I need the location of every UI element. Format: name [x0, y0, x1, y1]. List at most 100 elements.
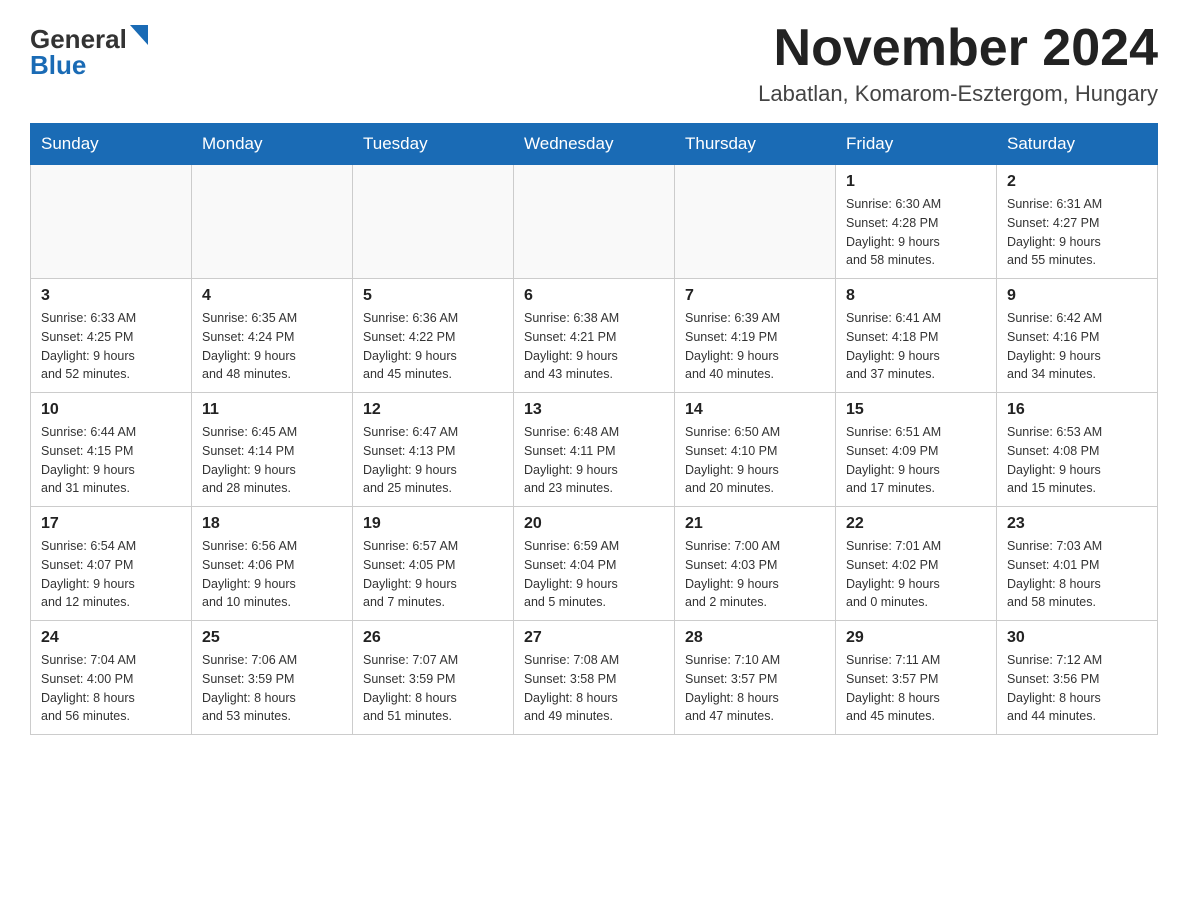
day-number: 13	[524, 401, 664, 419]
header-sunday: Sunday	[31, 124, 192, 165]
day-number: 14	[685, 401, 825, 419]
calendar-cell-w2-d4: 6 Sunrise: 6:38 AMSunset: 4:21 PMDaylight…	[514, 279, 675, 393]
calendar-cell-w5-d4: 27 Sunrise: 7:08 AMSunset: 3:58 PMDayligh…	[514, 621, 675, 735]
calendar-cell-w4-d2: 18 Sunrise: 6:56 AMSunset: 4:06 PMDayligh…	[192, 507, 353, 621]
day-number: 6	[524, 287, 664, 305]
week-row-2: 3 Sunrise: 6:33 AMSunset: 4:25 PMDaylight…	[31, 279, 1158, 393]
calendar-cell-w5-d5: 28Sunrise: 7:10 AMSunset: 3:57 PMDayligh…	[675, 621, 836, 735]
calendar-cell-w3-d5: 14 Sunrise: 6:50 AMSunset: 4:10 PMDayligh…	[675, 393, 836, 507]
day-info: Sunrise: 6:45 AMSunset: 4:14 PMDaylight:…	[202, 423, 342, 498]
logo-blue: Blue	[30, 52, 86, 78]
day-number: 17	[41, 515, 181, 533]
day-number: 20	[524, 515, 664, 533]
day-number: 11	[202, 401, 342, 419]
calendar-cell-w3-d4: 13 Sunrise: 6:48 AMSunset: 4:11 PMDayligh…	[514, 393, 675, 507]
day-info: Sunrise: 6:33 AMSunset: 4:25 PMDaylight:…	[41, 309, 181, 384]
day-number: 5	[363, 287, 503, 305]
day-number: 21	[685, 515, 825, 533]
day-number: 30	[1007, 629, 1147, 647]
calendar-cell-w2-d1: 3 Sunrise: 6:33 AMSunset: 4:25 PMDaylight…	[31, 279, 192, 393]
header-tuesday: Tuesday	[353, 124, 514, 165]
header-wednesday: Wednesday	[514, 124, 675, 165]
calendar-cell-w4-d6: 22 Sunrise: 7:01 AMSunset: 4:02 PMDayligh…	[836, 507, 997, 621]
day-info: Sunrise: 6:50 AMSunset: 4:10 PMDaylight:…	[685, 423, 825, 498]
title-area: November 2024 Labatlan, Komarom-Esztergo…	[758, 20, 1158, 107]
day-number: 23	[1007, 515, 1147, 533]
calendar-table: Sunday Monday Tuesday Wednesday Thursday…	[30, 123, 1158, 735]
calendar-cell-w3-d2: 11 Sunrise: 6:45 AMSunset: 4:14 PMDayligh…	[192, 393, 353, 507]
day-info: Sunrise: 7:00 AMSunset: 4:03 PMDaylight:…	[685, 537, 825, 612]
calendar-cell-w1-d5	[675, 165, 836, 279]
day-info: Sunrise: 6:36 AMSunset: 4:22 PMDaylight:…	[363, 309, 503, 384]
calendar-cell-w4-d3: 19 Sunrise: 6:57 AMSunset: 4:05 PMDayligh…	[353, 507, 514, 621]
calendar-cell-w5-d6: 29Sunrise: 7:11 AMSunset: 3:57 PMDayligh…	[836, 621, 997, 735]
day-info: Sunrise: 6:51 AMSunset: 4:09 PMDaylight:…	[846, 423, 986, 498]
day-number: 22	[846, 515, 986, 533]
day-number: 1	[846, 173, 986, 191]
calendar-cell-w4-d7: 23Sunrise: 7:03 AMSunset: 4:01 PMDayligh…	[997, 507, 1158, 621]
header-thursday: Thursday	[675, 124, 836, 165]
calendar-cell-w3-d1: 10Sunrise: 6:44 AMSunset: 4:15 PMDayligh…	[31, 393, 192, 507]
header-saturday: Saturday	[997, 124, 1158, 165]
calendar-cell-w4-d5: 21 Sunrise: 7:00 AMSunset: 4:03 PMDayligh…	[675, 507, 836, 621]
calendar-cell-w4-d4: 20 Sunrise: 6:59 AMSunset: 4:04 PMDayligh…	[514, 507, 675, 621]
day-number: 27	[524, 629, 664, 647]
day-info: Sunrise: 7:11 AMSunset: 3:57 PMDaylight:…	[846, 651, 986, 726]
day-info: Sunrise: 7:04 AMSunset: 4:00 PMDaylight:…	[41, 651, 181, 726]
day-info: Sunrise: 6:38 AMSunset: 4:21 PMDaylight:…	[524, 309, 664, 384]
day-number: 24	[41, 629, 181, 647]
calendar-cell-w2-d6: 8 Sunrise: 6:41 AMSunset: 4:18 PMDaylight…	[836, 279, 997, 393]
day-number: 16	[1007, 401, 1147, 419]
calendar-cell-w1-d4	[514, 165, 675, 279]
day-number: 2	[1007, 173, 1147, 191]
day-number: 8	[846, 287, 986, 305]
day-info: Sunrise: 6:57 AMSunset: 4:05 PMDaylight:…	[363, 537, 503, 612]
calendar-cell-w3-d3: 12 Sunrise: 6:47 AMSunset: 4:13 PMDayligh…	[353, 393, 514, 507]
day-number: 15	[846, 401, 986, 419]
day-info: Sunrise: 6:59 AMSunset: 4:04 PMDaylight:…	[524, 537, 664, 612]
header-monday: Monday	[192, 124, 353, 165]
day-number: 4	[202, 287, 342, 305]
day-info: Sunrise: 7:12 AMSunset: 3:56 PMDaylight:…	[1007, 651, 1147, 726]
logo-flag-icon	[130, 25, 148, 50]
day-number: 19	[363, 515, 503, 533]
day-info: Sunrise: 7:08 AMSunset: 3:58 PMDaylight:…	[524, 651, 664, 726]
day-info: Sunrise: 6:48 AMSunset: 4:11 PMDaylight:…	[524, 423, 664, 498]
day-number: 3	[41, 287, 181, 305]
calendar-cell-w5-d3: 26Sunrise: 7:07 AMSunset: 3:59 PMDayligh…	[353, 621, 514, 735]
calendar-cell-w1-d7: 2 Sunrise: 6:31 AMSunset: 4:27 PMDaylight…	[997, 165, 1158, 279]
logo: General Blue	[30, 26, 148, 78]
calendar-cell-w5-d7: 30 Sunrise: 7:12 AMSunset: 3:56 PMDayligh…	[997, 621, 1158, 735]
week-row-5: 24 Sunrise: 7:04 AMSunset: 4:00 PMDayligh…	[31, 621, 1158, 735]
day-info: Sunrise: 6:53 AMSunset: 4:08 PMDaylight:…	[1007, 423, 1147, 498]
calendar-cell-w2-d3: 5 Sunrise: 6:36 AMSunset: 4:22 PMDaylight…	[353, 279, 514, 393]
day-info: Sunrise: 7:06 AMSunset: 3:59 PMDaylight:…	[202, 651, 342, 726]
calendar-cell-w1-d3	[353, 165, 514, 279]
day-info: Sunrise: 7:01 AMSunset: 4:02 PMDaylight:…	[846, 537, 986, 612]
day-info: Sunrise: 6:41 AMSunset: 4:18 PMDaylight:…	[846, 309, 986, 384]
day-number: 9	[1007, 287, 1147, 305]
calendar-cell-w1-d1	[31, 165, 192, 279]
calendar-cell-w4-d1: 17Sunrise: 6:54 AMSunset: 4:07 PMDayligh…	[31, 507, 192, 621]
day-info: Sunrise: 6:31 AMSunset: 4:27 PMDaylight:…	[1007, 195, 1147, 270]
weekday-header-row: Sunday Monday Tuesday Wednesday Thursday…	[31, 124, 1158, 165]
calendar-cell-w3-d6: 15 Sunrise: 6:51 AMSunset: 4:09 PMDayligh…	[836, 393, 997, 507]
day-info: Sunrise: 6:47 AMSunset: 4:13 PMDaylight:…	[363, 423, 503, 498]
week-row-4: 17Sunrise: 6:54 AMSunset: 4:07 PMDayligh…	[31, 507, 1158, 621]
week-row-1: 1 Sunrise: 6:30 AMSunset: 4:28 PMDaylight…	[31, 165, 1158, 279]
day-info: Sunrise: 6:44 AMSunset: 4:15 PMDaylight:…	[41, 423, 181, 498]
week-row-3: 10Sunrise: 6:44 AMSunset: 4:15 PMDayligh…	[31, 393, 1158, 507]
day-info: Sunrise: 6:30 AMSunset: 4:28 PMDaylight:…	[846, 195, 986, 270]
calendar-cell-w5-d2: 25 Sunrise: 7:06 AMSunset: 3:59 PMDayligh…	[192, 621, 353, 735]
calendar-cell-w2-d5: 7Sunrise: 6:39 AMSunset: 4:19 PMDaylight…	[675, 279, 836, 393]
calendar-cell-w2-d2: 4Sunrise: 6:35 AMSunset: 4:24 PMDaylight…	[192, 279, 353, 393]
month-title: November 2024	[758, 20, 1158, 77]
day-number: 26	[363, 629, 503, 647]
day-number: 12	[363, 401, 503, 419]
day-info: Sunrise: 6:42 AMSunset: 4:16 PMDaylight:…	[1007, 309, 1147, 384]
logo-general: General	[30, 26, 127, 52]
day-number: 25	[202, 629, 342, 647]
day-info: Sunrise: 6:56 AMSunset: 4:06 PMDaylight:…	[202, 537, 342, 612]
calendar-cell-w5-d1: 24 Sunrise: 7:04 AMSunset: 4:00 PMDayligh…	[31, 621, 192, 735]
day-number: 18	[202, 515, 342, 533]
